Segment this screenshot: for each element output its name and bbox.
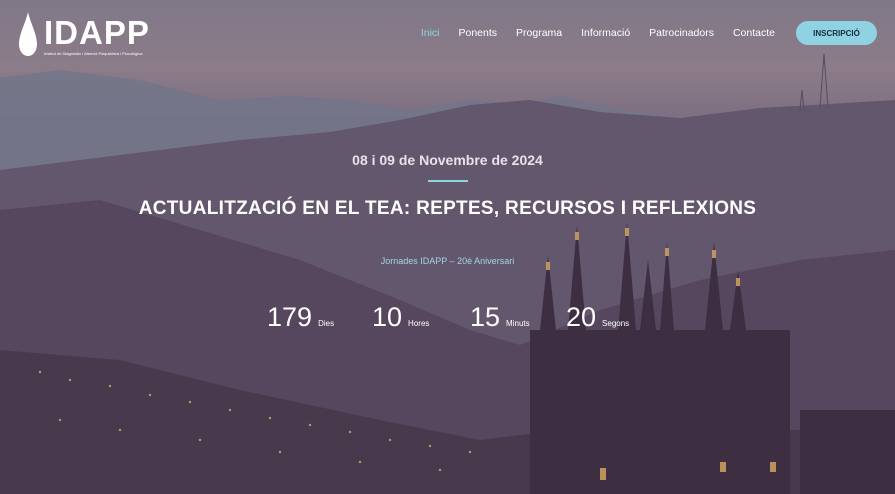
- event-subtitle: Jornades IDAPP – 20è Aniversari: [380, 256, 515, 266]
- countdown-seconds-value: 20: [566, 302, 597, 332]
- countdown-minutes-value: 15: [470, 302, 501, 332]
- event-title: ACTUALITZACIÓ EN EL TEA: REPTES, RECURSO…: [138, 198, 757, 219]
- countdown-seconds-label: Segons: [602, 319, 630, 328]
- hero-section: IDAPP Institut de Diagnòstic i Atenció P…: [0, 0, 895, 494]
- top-navigation: IDAPP Institut de Diagnòstic i Atenció P…: [0, 0, 895, 70]
- hero-overlay: [0, 0, 895, 494]
- logo-name: IDAPP: [44, 14, 150, 51]
- countdown-seconds: 20 Segons: [566, 302, 629, 333]
- countdown-hours: 10 Hores: [372, 302, 429, 333]
- logo-tagline: Institut de Diagnòstic i Atenció Psiquià…: [44, 51, 143, 56]
- title-divider: [428, 180, 468, 182]
- nav-item-informacio[interactable]: Informació: [581, 27, 630, 39]
- nav-item-programa[interactable]: Programa: [516, 27, 562, 39]
- site-logo[interactable]: IDAPP Institut de Diagnòstic i Atenció P…: [18, 12, 150, 58]
- countdown-days-value: 179: [267, 302, 313, 332]
- nav-item-ponents[interactable]: Ponents: [459, 27, 498, 39]
- nav-item-contacte[interactable]: Contacte: [733, 27, 775, 39]
- event-date: 08 i 09 de Novembre de 2024: [352, 152, 543, 168]
- main-menu: Inici Ponents Programa Informació Patroc…: [421, 27, 775, 39]
- countdown-hours-value: 10: [372, 302, 403, 332]
- nav-item-patrocinadors[interactable]: Patrocinadors: [649, 27, 714, 39]
- countdown-minutes: 15 Minuts: [470, 302, 530, 333]
- nav-item-inici[interactable]: Inici: [421, 27, 440, 39]
- logo-drop-icon: [19, 12, 37, 56]
- countdown-days-label: Dies: [318, 319, 335, 328]
- countdown-days: 179 Dies: [267, 302, 334, 333]
- countdown-minutes-label: Minuts: [506, 319, 530, 328]
- countdown-hours-label: Hores: [408, 319, 430, 328]
- inscripcio-button[interactable]: INSCRIPCIÓ: [796, 21, 877, 45]
